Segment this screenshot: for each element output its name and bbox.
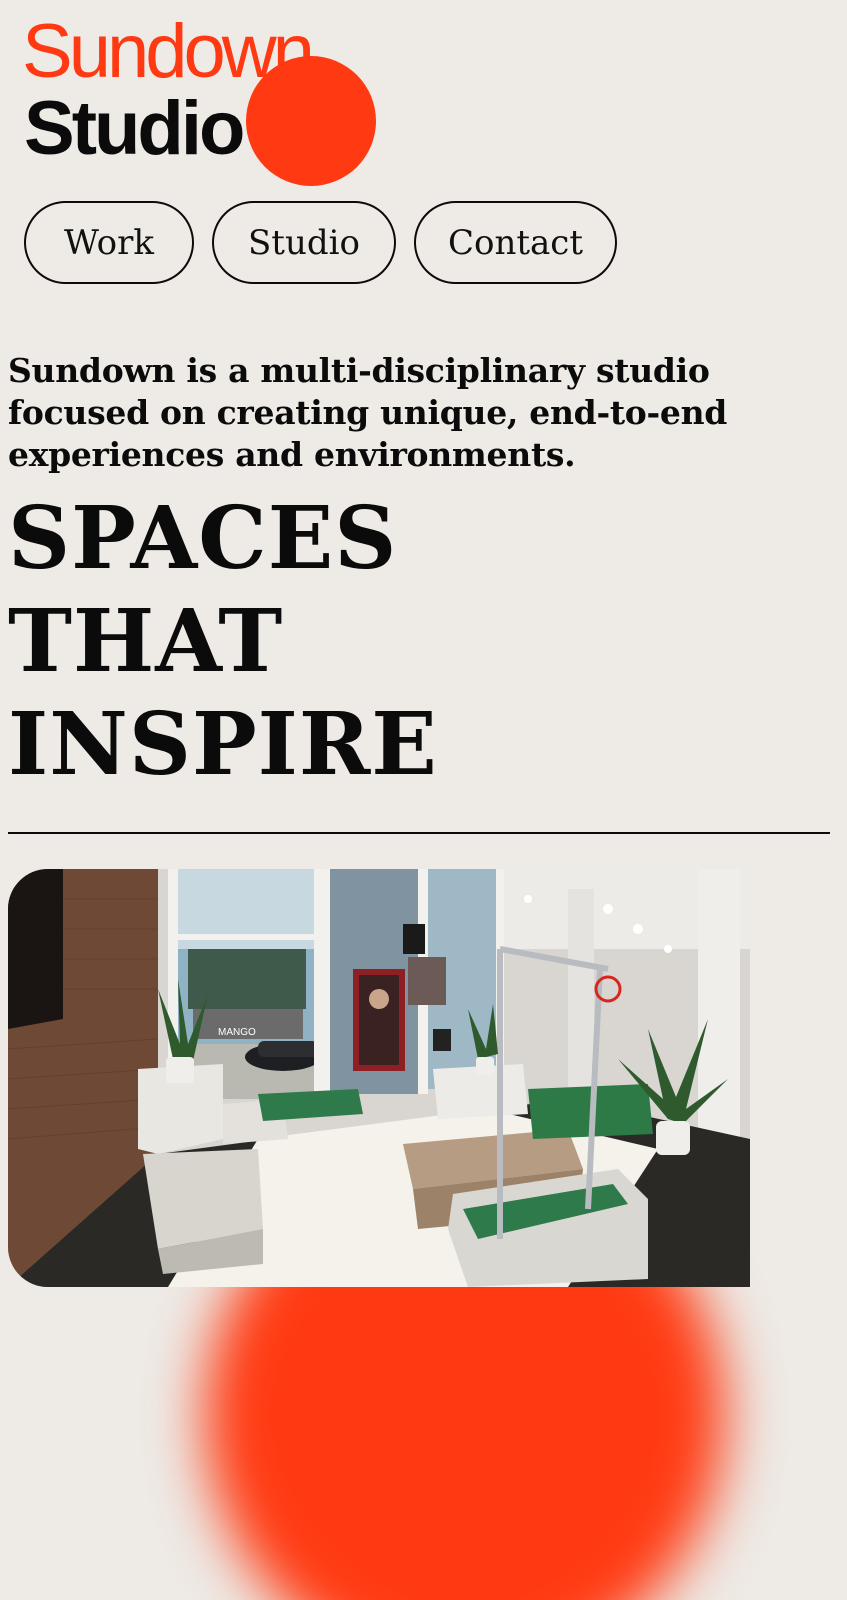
headline-line-2: THAT: [8, 591, 284, 692]
section-divider: [8, 832, 830, 834]
hero-headline: SPACES THAT INSPIRE: [8, 487, 438, 796]
logo-wordmark-line2: Studio: [24, 86, 245, 171]
intro-text: Sundown is a multi-disciplinary studio f…: [8, 351, 728, 474]
nav-contact-button[interactable]: Contact: [414, 201, 617, 284]
main-nav: Work Studio Contact: [24, 201, 617, 284]
nav-studio-button[interactable]: Studio: [212, 201, 396, 284]
nav-work-button[interactable]: Work: [24, 201, 194, 284]
brand-logo[interactable]: Sundown Studio: [22, 14, 384, 188]
storefront-sign-text: MANGO: [218, 1027, 256, 1038]
headline-line-1: SPACES: [8, 488, 398, 589]
logo-wordmark-line1: Sundown: [22, 9, 315, 94]
hero-showroom-image: MANGO: [8, 869, 750, 1287]
headline-line-3: INSPIRE: [8, 694, 438, 795]
